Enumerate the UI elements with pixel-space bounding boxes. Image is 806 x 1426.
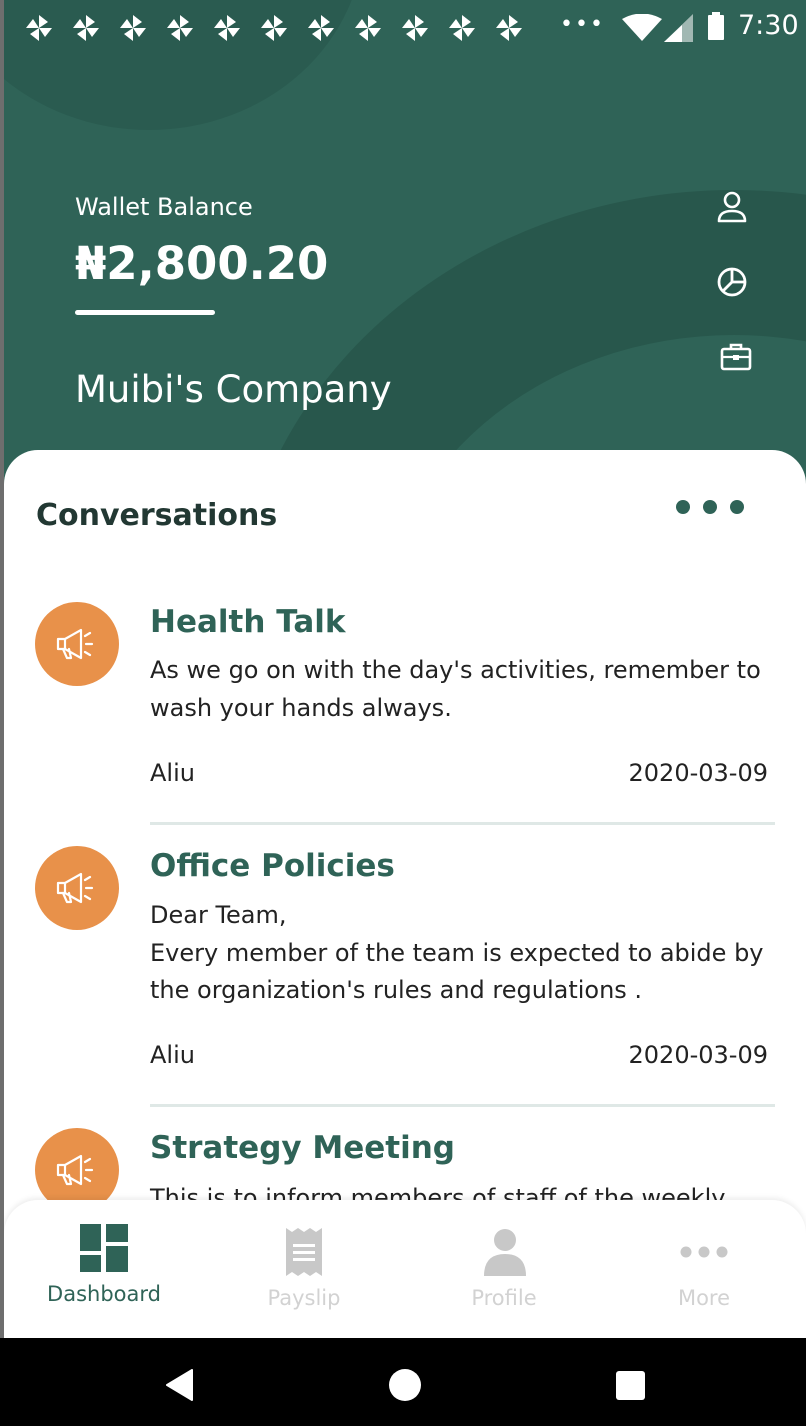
item-divider [150,822,775,825]
app-screen: ••• 7:30 Wallet Balance ₦2,800.20 Muibi'… [4,0,806,1338]
conversation-title: Health Talk [150,604,346,640]
pinwheel-icon [402,15,428,41]
tab-dashboard[interactable]: Dashboard [4,1200,204,1338]
status-bar: ••• 7:30 [4,0,806,58]
megaphone-icon [35,846,119,930]
pinwheel-icon [496,15,522,41]
pinwheel-icon [355,15,381,41]
wallet-underline [75,310,215,315]
tab-more[interactable]: More [604,1200,804,1338]
pinwheel-icon [214,15,240,41]
cell-signal-icon [664,14,693,42]
pie-chart-icon[interactable] [715,265,749,299]
conversation-date: 2020-03-09 [628,759,768,787]
tab-payslip[interactable]: Payslip [204,1200,404,1338]
pinwheel-icon [120,15,146,41]
pinwheel-icon [167,15,193,41]
pinwheel-icon [449,15,475,41]
tab-label: Dashboard [47,1282,161,1306]
conversation-date: 2020-03-09 [628,1041,768,1069]
conversation-list: Health Talk As we go on with the day's a… [4,580,806,1200]
conversation-author: Aliu [150,1041,195,1069]
briefcase-icon[interactable] [719,340,753,374]
back-icon[interactable] [166,1369,194,1401]
pinwheel-icon [73,15,99,41]
bottom-tab-bar: Dashboard Payslip Profile More [4,1200,806,1338]
battery-icon [708,12,724,40]
conversation-body: As we go on with the day's activities, r… [150,656,761,722]
status-time: 7:30 [738,10,799,41]
tab-label: Profile [471,1286,537,1310]
pinwheel-icon [308,15,334,41]
conversations-more-icon[interactable] [670,496,750,518]
receipt-icon [286,1228,322,1276]
tab-label: More [677,1286,731,1310]
conversation-body: Dear Team, Every member of the team is e… [150,901,764,1004]
recent-apps-icon[interactable] [616,1371,645,1400]
wallet-balance-amount: ₦2,800.20 [75,237,329,290]
company-name: Muibi's Company [75,368,392,411]
more-dots-icon [680,1246,728,1258]
pinwheel-icon [261,15,287,41]
item-divider [150,1104,775,1107]
dashboard-icon [80,1224,128,1272]
megaphone-icon [35,1128,119,1200]
wifi-icon [622,14,662,41]
conversations-title: Conversations [36,498,278,533]
user-icon[interactable] [715,190,749,224]
wallet-balance-label: Wallet Balance [75,193,253,221]
status-overflow-dots: ••• [560,12,605,37]
conversation-title: Strategy Meeting [150,1130,455,1166]
person-icon [484,1229,526,1276]
conversation-body: This is to inform members of staff of th… [150,1184,726,1200]
tab-profile[interactable]: Profile [404,1200,604,1338]
conversation-title: Office Policies [150,848,395,884]
home-icon[interactable] [389,1369,421,1401]
megaphone-icon [35,602,119,686]
tab-label: Payslip [267,1286,341,1310]
pinwheel-icon [26,15,52,41]
conversation-author: Aliu [150,759,195,787]
